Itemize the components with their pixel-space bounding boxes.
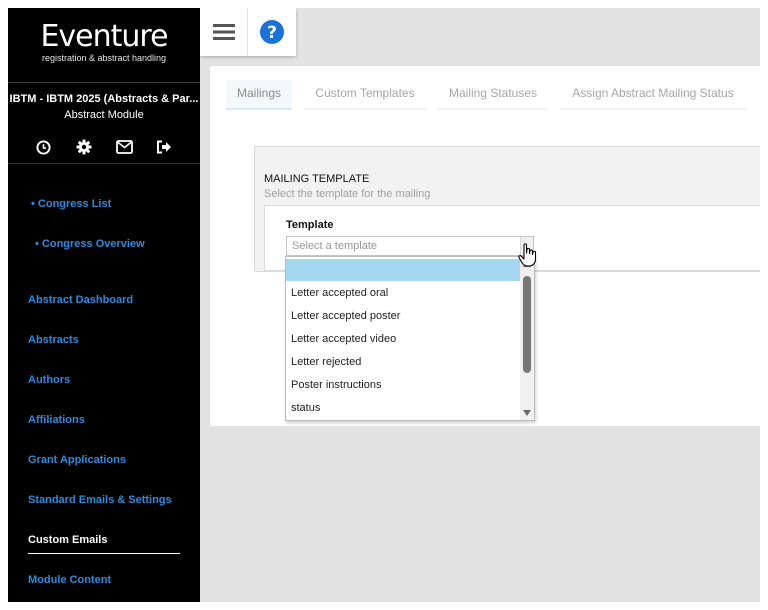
dropdown-scrollbar[interactable]: [520, 257, 534, 420]
logo: Eventure registration & abstract handlin…: [8, 19, 200, 64]
sidebar-item-grant-applications[interactable]: Grant Applications: [28, 454, 126, 466]
scroll-down-icon[interactable]: [523, 410, 531, 416]
sidebar-item-affiliations[interactable]: Affiliations: [28, 414, 85, 426]
help-button[interactable]: ?: [248, 8, 296, 56]
dropdown-option[interactable]: Letter accepted oral: [286, 282, 521, 304]
template-select[interactable]: Select a template: [286, 236, 534, 256]
sidebar-item-congress-list[interactable]: • Congress List: [31, 198, 111, 210]
hamburger-icon: [213, 24, 235, 40]
envelope-icon[interactable]: [115, 138, 133, 156]
card-title: MAILING TEMPLATE: [264, 173, 370, 185]
event-title: IBTM - IBTM 2025 (Abstracts & Par...: [9, 93, 199, 105]
divider: [8, 163, 200, 164]
hand-cursor-icon: [518, 243, 537, 267]
logo-title: Eventure: [40, 19, 168, 54]
app-window: Eventure registration & abstract handlin…: [8, 8, 760, 602]
logo-subtitle: registration & abstract handling: [41, 53, 167, 63]
menu-toggle-button[interactable]: [200, 8, 248, 56]
tab-custom-templates[interactable]: Custom Templates: [304, 80, 426, 110]
sidebar-item-abstract-dashboard[interactable]: Abstract Dashboard: [28, 294, 133, 306]
template-dropdown-list: Letter accepted oral Letter accepted pos…: [285, 256, 535, 421]
mailing-template-card: MAILING TEMPLATE Select the template for…: [254, 146, 760, 272]
dropdown-option[interactable]: status: [286, 397, 521, 419]
gear-icon[interactable]: [75, 138, 93, 156]
sidebar-item-congress-overview[interactable]: • Congress Overview: [35, 238, 145, 250]
sidebar-item-module-content[interactable]: Module Content: [28, 574, 111, 586]
dropdown-option[interactable]: Letter accepted poster: [286, 305, 521, 327]
sidebar: Eventure registration & abstract handlin…: [8, 8, 200, 602]
active-item-underline: [28, 553, 180, 554]
divider: [8, 82, 200, 83]
tab-mailings[interactable]: Mailings: [226, 80, 292, 110]
scrollbar-thumb[interactable]: [523, 276, 531, 373]
top-toolbar: ?: [200, 8, 296, 56]
sidebar-item-standard-emails-settings[interactable]: Standard Emails & Settings: [28, 494, 172, 506]
sign-out-icon[interactable]: [155, 138, 173, 156]
sidebar-item-abstracts[interactable]: Abstracts: [28, 334, 79, 346]
dropdown-option[interactable]: Poster instructions: [286, 374, 521, 396]
sidebar-item-custom-emails[interactable]: Custom Emails: [28, 534, 107, 546]
template-label: Template: [286, 219, 334, 231]
tab-mailing-statuses[interactable]: Mailing Statuses: [438, 80, 548, 110]
dropdown-option[interactable]: Letter rejected: [286, 351, 521, 373]
dropdown-option[interactable]: Letter accepted video: [286, 328, 521, 350]
svg-text:?: ?: [267, 23, 277, 43]
help-icon: ?: [260, 20, 284, 44]
clock-icon[interactable]: [34, 138, 52, 156]
sidebar-item-authors[interactable]: Authors: [28, 374, 70, 386]
module-title: Abstract Module: [64, 109, 144, 121]
card-subtitle: Select the template for the mailing: [264, 188, 431, 200]
select-placeholder: Select a template: [292, 240, 377, 252]
tab-assign-abstract-mailing-status[interactable]: Assign Abstract Mailing Status: [560, 80, 746, 110]
dropdown-option[interactable]: [286, 259, 521, 281]
